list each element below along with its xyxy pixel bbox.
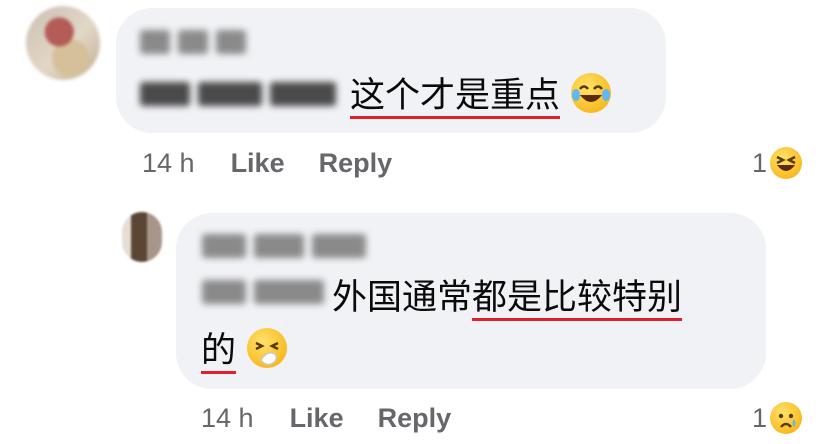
reply-button[interactable]: Reply <box>378 403 452 434</box>
reply-text-line2: 的 <box>201 328 288 373</box>
reply-author-avatar[interactable] <box>122 212 162 262</box>
reply-button[interactable]: Reply <box>319 148 393 179</box>
laughing-emoji <box>770 147 803 179</box>
laughing-crying-emoji <box>571 73 612 113</box>
reply-text-underlined-2: 的 <box>201 331 237 371</box>
comment-timestamp[interactable]: 14 h <box>142 148 195 179</box>
reaction-count: 1 <box>752 147 768 178</box>
sneezing-face-emoji <box>247 328 288 368</box>
reply-text-line1: 外国通常都是比较特别 <box>332 276 682 320</box>
reply-text-underlined: 都是比较特别 <box>472 278 683 318</box>
reaction-summary[interactable]: 1 <box>752 402 803 434</box>
blurred-author-name <box>140 30 246 54</box>
blurred-author-name <box>202 234 366 258</box>
reaction-summary[interactable]: 1 <box>752 147 803 179</box>
blurred-mention <box>140 82 336 106</box>
crying-emoji <box>770 402 803 434</box>
reply-text-plain: 外国通常 <box>332 278 473 318</box>
like-button[interactable]: Like <box>231 148 285 179</box>
blurred-mention <box>202 280 324 304</box>
comment-actions: 14 h Like Reply <box>142 148 426 179</box>
reaction-count: 1 <box>752 402 768 433</box>
comment-text-underlined: 这个才是重点 <box>350 76 561 116</box>
like-button[interactable]: Like <box>290 403 344 434</box>
reply-actions: 14 h Like Reply <box>201 403 485 434</box>
comment-text: 这个才是重点 <box>350 73 612 118</box>
reply-timestamp[interactable]: 14 h <box>201 403 254 434</box>
commenter-avatar[interactable] <box>26 6 100 80</box>
